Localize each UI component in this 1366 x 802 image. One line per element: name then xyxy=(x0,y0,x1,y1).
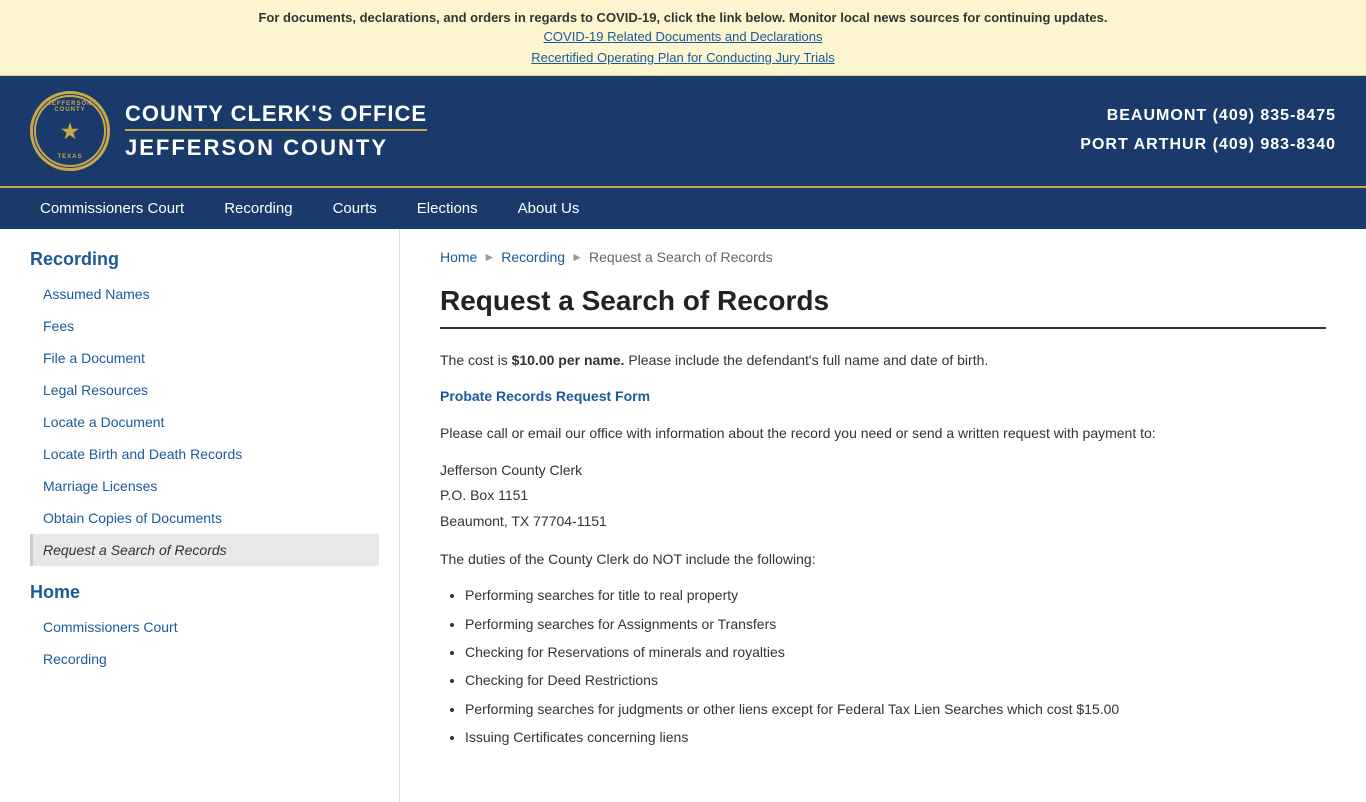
nav-item-recording[interactable]: Recording xyxy=(204,188,312,229)
alert-text: For documents, declarations, and orders … xyxy=(258,10,1107,25)
duties-intro: The duties of the County Clerk do NOT in… xyxy=(440,548,1326,570)
cost-suffix: Please include the defendant's full name… xyxy=(624,352,988,368)
cost-prefix: The cost is xyxy=(440,352,512,368)
address-line1: Jefferson County Clerk xyxy=(440,458,1326,483)
contact-paragraph: Please call or email our office with inf… xyxy=(440,422,1326,444)
nav-item-about-us[interactable]: About Us xyxy=(498,188,600,229)
sidebar-link-recording[interactable]: Recording xyxy=(30,643,379,675)
header: JEFFERSON COUNTY ★ TEXAS COUNTY CLERK'S … xyxy=(0,76,1366,186)
breadcrumb-sep1: ► xyxy=(483,250,495,264)
sidebar-link-commissioners-court[interactable]: Commissioners Court xyxy=(30,611,379,643)
nav-item-elections[interactable]: Elections xyxy=(397,188,498,229)
sidebar-link-obtain-copies-of-documents[interactable]: Obtain Copies of Documents xyxy=(30,502,379,534)
sidebar-section-title: Home xyxy=(30,582,379,603)
county-seal: JEFFERSON COUNTY ★ TEXAS xyxy=(30,91,110,171)
duty-item: Checking for Deed Restrictions xyxy=(465,669,1326,691)
cost-paragraph: The cost is $10.00 per name. Please incl… xyxy=(440,349,1326,371)
logo-area: JEFFERSON COUNTY ★ TEXAS COUNTY CLERK'S … xyxy=(30,91,427,171)
office-line1: COUNTY CLERK'S OFFICE xyxy=(125,101,427,131)
address-line3: Beaumont, TX 77704-1151 xyxy=(440,509,1326,534)
contact-port-arthur: PORT ARTHUR (409) 983-8340 xyxy=(1080,131,1336,160)
sidebar: Recording Assumed NamesFeesFile a Documen… xyxy=(0,229,400,802)
sidebar-link-marriage-licenses[interactable]: Marriage Licenses xyxy=(30,470,379,502)
page-title: Request a Search of Records xyxy=(440,285,1326,329)
breadcrumb-section[interactable]: Recording xyxy=(501,249,565,265)
sidebar-link-legal-resources[interactable]: Legal Resources xyxy=(30,374,379,406)
duty-item: Performing searches for title to real pr… xyxy=(465,584,1326,606)
breadcrumb-sep2: ► xyxy=(571,250,583,264)
office-title: COUNTY CLERK'S OFFICE JEFFERSON COUNTY xyxy=(125,101,427,161)
breadcrumb-current: Request a Search of Records xyxy=(589,249,773,265)
sidebar-section-title: Recording xyxy=(30,249,379,270)
nav-item-courts[interactable]: Courts xyxy=(313,188,397,229)
form-link-para: Probate Records Request Form xyxy=(440,385,1326,407)
address-block: Jefferson County Clerk P.O. Box 1151 Bea… xyxy=(440,458,1326,534)
main-nav: Commissioners CourtRecordingCourtsElecti… xyxy=(0,186,1366,229)
sidebar-link-locate-birth-and-death-records[interactable]: Locate Birth and Death Records xyxy=(30,438,379,470)
content-area: Recording Assumed NamesFeesFile a Documen… xyxy=(0,229,1366,802)
duties-list: Performing searches for title to real pr… xyxy=(465,584,1326,748)
probate-form-link[interactable]: Probate Records Request Form xyxy=(440,388,650,404)
cost-bold: $10.00 per name. xyxy=(512,352,625,368)
sidebar-link-assumed-names[interactable]: Assumed Names xyxy=(30,278,379,310)
address-line2: P.O. Box 1151 xyxy=(440,483,1326,508)
duty-item: Issuing Certificates concerning liens xyxy=(465,726,1326,748)
sidebar-link-file-a-document[interactable]: File a Document xyxy=(30,342,379,374)
content-body: The cost is $10.00 per name. Please incl… xyxy=(440,349,1326,748)
main-content: Home ► Recording ► Request a Search of R… xyxy=(400,229,1366,802)
alert-banner: For documents, declarations, and orders … xyxy=(0,0,1366,76)
office-line2: JEFFERSON COUNTY xyxy=(125,135,427,161)
breadcrumb-home[interactable]: Home xyxy=(440,249,477,265)
jury-trials-link[interactable]: Recertified Operating Plan for Conductin… xyxy=(20,50,1346,65)
covid-link[interactable]: COVID-19 Related Documents and Declarati… xyxy=(20,29,1346,44)
breadcrumb: Home ► Recording ► Request a Search of R… xyxy=(440,249,1326,265)
duty-item: Performing searches for judgments or oth… xyxy=(465,698,1326,720)
duty-item: Checking for Reservations of minerals an… xyxy=(465,641,1326,663)
contact-beaumont: BEAUMONT (409) 835-8475 xyxy=(1080,102,1336,131)
sidebar-link-request-a-search-of-records[interactable]: Request a Search of Records xyxy=(30,534,379,566)
sidebar-link-locate-a-document[interactable]: Locate a Document xyxy=(30,406,379,438)
duty-item: Performing searches for Assignments or T… xyxy=(465,613,1326,635)
contact-info: BEAUMONT (409) 835-8475 PORT ARTHUR (409… xyxy=(1080,102,1336,160)
nav-item-commissioners-court[interactable]: Commissioners Court xyxy=(20,188,204,229)
sidebar-link-fees[interactable]: Fees xyxy=(30,310,379,342)
